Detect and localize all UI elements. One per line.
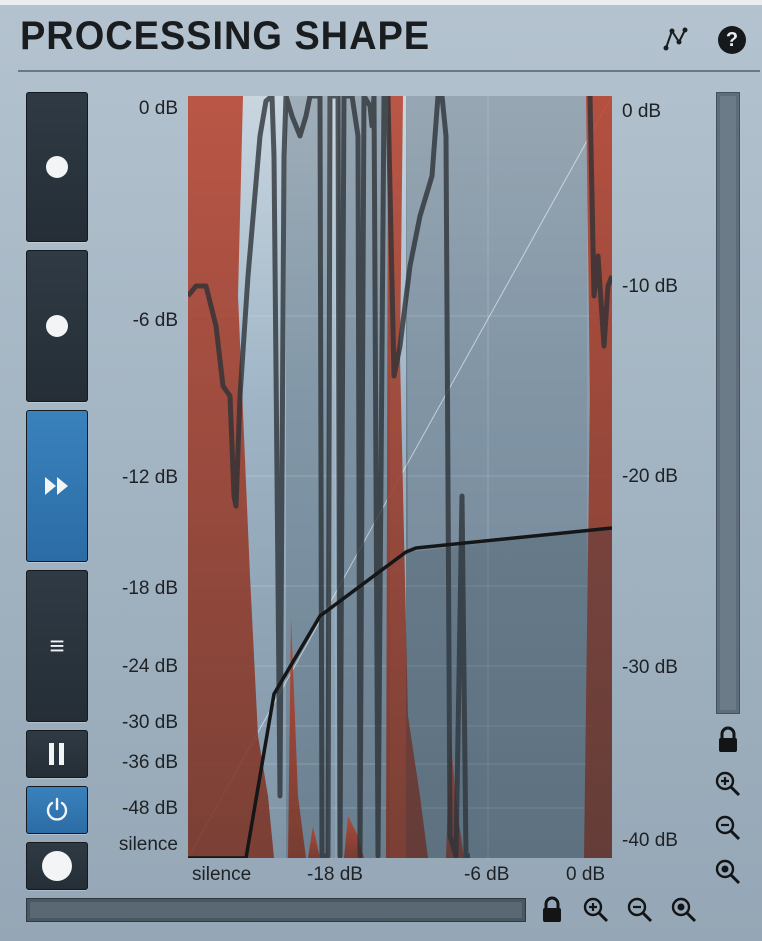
vertical-scrollbar[interactable] [716, 92, 740, 714]
left-axis-label: -18 dB [122, 578, 178, 599]
header-help-button[interactable]: ? [708, 14, 754, 64]
left-axis-label: -48 dB [122, 798, 178, 819]
left-axis-label: silence [118, 834, 178, 855]
power-button[interactable] [26, 786, 88, 834]
node-graph-icon [663, 27, 688, 51]
page-title: PROCESSING SHAPE [20, 14, 431, 58]
left-axis-label: -6 dB [132, 310, 178, 331]
menu-button[interactable]: ≡ [26, 570, 88, 722]
right-axis-label: -20 dB [622, 466, 678, 487]
top-strip [0, 0, 762, 5]
zoom-reset-icon[interactable] [714, 858, 742, 886]
right-axis-label: 0 dB [622, 101, 662, 122]
plus-icon: + [46, 156, 68, 178]
lock-icon[interactable] [538, 896, 566, 924]
left-axis-label: -24 dB [122, 656, 178, 677]
help-button[interactable]: ? [26, 842, 88, 890]
question-icon: ? [42, 851, 72, 881]
left-axis-label: -36 dB [122, 752, 178, 773]
lock-icon[interactable] [714, 726, 742, 754]
forward-button[interactable] [26, 410, 88, 562]
bottom-axis-label: -6 dB [464, 864, 510, 885]
remove-button[interactable]: − [26, 250, 88, 402]
left-axis-label: -12 dB [122, 467, 178, 488]
zoom-in-icon[interactable] [582, 896, 610, 924]
zoom-out-icon[interactable] [714, 814, 742, 842]
bottom-axis-label: silence [192, 864, 252, 885]
processing-graph[interactable] [186, 93, 615, 860]
minus-icon: − [46, 315, 68, 337]
bottom-axis-label: -18 dB [307, 864, 363, 885]
menu-icon: ≡ [49, 630, 65, 661]
right-axis-label: -10 dB [622, 276, 678, 297]
horizontal-scrollbar[interactable] [26, 898, 526, 922]
zoom-in-icon[interactable] [714, 770, 742, 798]
add-button[interactable]: + [26, 92, 88, 242]
bottom-axis-label: 0 dB [566, 864, 606, 885]
zoom-reset-icon[interactable] [670, 896, 698, 924]
left-axis-label: 0 dB [138, 98, 178, 119]
right-axis-label: -30 dB [622, 657, 678, 678]
zoom-out-icon[interactable] [626, 896, 654, 924]
pause-button[interactable] [26, 730, 88, 778]
pause-icon [49, 743, 64, 765]
title-divider [18, 70, 760, 72]
right-axis-label: -40 dB [622, 830, 678, 851]
help-icon: ? [718, 26, 746, 54]
left-axis-label: -30 dB [122, 712, 178, 733]
fast-forward-icon [45, 477, 68, 495]
graph-mode-button[interactable] [652, 14, 698, 64]
power-icon [46, 797, 68, 821]
graph-canvas [186, 93, 615, 860]
